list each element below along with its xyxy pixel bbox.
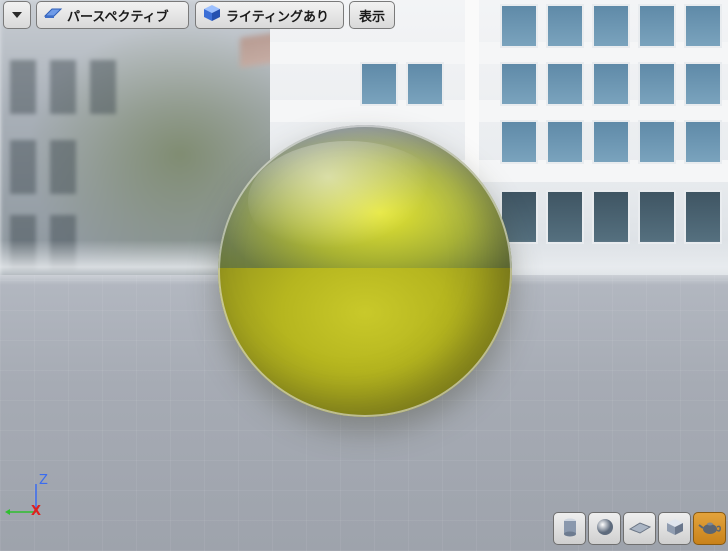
cylinder-icon [559, 516, 581, 542]
show-label: 表示 [358, 9, 385, 25]
axis-z-label: Z [39, 473, 48, 488]
preview-sphere[interactable] [218, 125, 512, 417]
axis-gizmo: Z X [0, 470, 60, 530]
cube-preview-button[interactable] [658, 512, 691, 545]
plane-preview-button[interactable] [623, 512, 656, 545]
teapot-icon [697, 516, 722, 542]
viewport[interactable]: パースペクティブ ライティングあり 表示 Z X [0, 0, 728, 551]
axis-x-label: X [31, 504, 42, 519]
lit-cube-icon [202, 3, 222, 27]
chevron-down-icon [11, 8, 23, 23]
cube-icon [664, 516, 686, 542]
teapot-preview-button[interactable] [693, 512, 726, 545]
lighting-label: ライティングあり [226, 9, 329, 25]
plane-icon [628, 516, 652, 542]
sphere-rim [218, 125, 512, 417]
sphere-preview-button[interactable] [588, 512, 621, 545]
cylinder-preview-button[interactable] [553, 512, 586, 545]
lighting-mode-button[interactable]: ライティングあり [195, 1, 344, 29]
perspective-camera-icon [43, 6, 63, 24]
perspective-button[interactable]: パースペクティブ [36, 1, 189, 29]
show-menu-button[interactable]: 表示 [349, 1, 395, 29]
sphere-icon [594, 516, 616, 542]
viewport-options-button[interactable] [3, 1, 31, 29]
perspective-label: パースペクティブ [67, 9, 169, 25]
